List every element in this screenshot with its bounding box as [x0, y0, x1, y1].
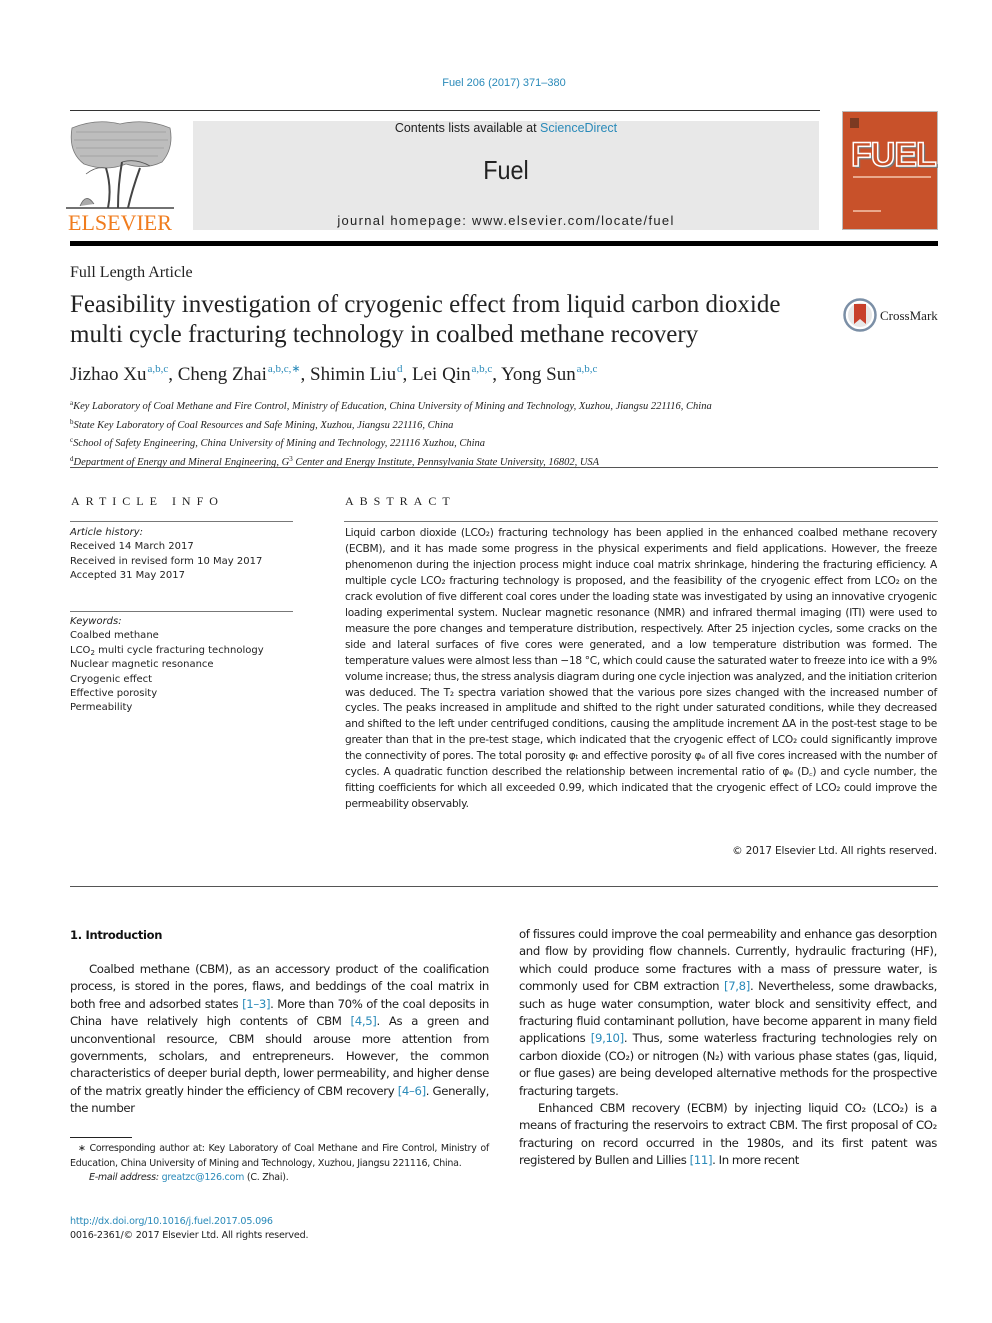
author-name[interactable]: Jizhao Xu [70, 364, 147, 385]
article-history: Article history: Received 14 March 2017 … [70, 526, 262, 584]
author-list: Jizhao Xu a,b,c, Cheng Zhai a,b,c,∗, Shi… [70, 363, 598, 385]
article-title: Feasibility investigation of cryogenic e… [70, 290, 830, 350]
email-link[interactable]: greatzc@126.com [162, 1172, 245, 1183]
sciencedirect-link[interactable]: ScienceDirect [540, 121, 617, 135]
keyword-item: Permeability [70, 702, 133, 714]
affiliation-item: cSchool of Safety Engineering, China Uni… [70, 436, 486, 449]
journal-cover-thumbnail[interactable]: FUEL [842, 111, 938, 230]
author-name[interactable]: Cheng Zhai [178, 364, 267, 385]
keyword-item: Coalbed methane [70, 630, 159, 642]
author-affil-link[interactable]: a,b,c [472, 363, 493, 375]
author-affil-link[interactable]: d [397, 363, 403, 375]
keywords-label: Keywords: [70, 616, 122, 627]
citation-link[interactable]: [4–6] [398, 1084, 426, 1098]
crossmark-icon [843, 298, 877, 332]
citation-link[interactable]: [11] [690, 1153, 713, 1167]
affiliation-item: aKey Laboratory of Coal Methane and Fire… [70, 399, 712, 412]
author-name[interactable]: Shimin Liu [310, 364, 396, 385]
journal-name[interactable]: Fuel [224, 155, 787, 186]
corresponding-author-footnote: ∗ Corresponding author at: Key Laborator… [70, 1142, 489, 1186]
email-line: E-mail address: greatzc@126.com (C. Zhai… [70, 1171, 489, 1186]
keywords: Keywords: Coalbed methane LCO2 multi cyc… [70, 615, 264, 716]
email-suffix: (C. Zhai). [244, 1172, 289, 1183]
journal-citation-link[interactable]: Fuel 206 (2017) 371–380 [0, 77, 992, 89]
header-thick-divider [70, 241, 938, 246]
header-divider [70, 110, 820, 111]
elsevier-wordmark[interactable]: ELSEVIER [68, 210, 172, 236]
affiliations: aKey Laboratory of Coal Methane and Fire… [70, 396, 712, 470]
author-affil-link[interactable]: a,b,c [577, 363, 598, 375]
contents-prefix: Contents lists available at [394, 121, 541, 135]
corresponding-author-link[interactable]: ∗ [291, 363, 300, 375]
article-info-heading: ARTICLE INFO [71, 494, 224, 508]
history-item: Received 14 March 2017 [70, 541, 194, 553]
keyword-item: Nuclear magnetic resonance [70, 659, 214, 671]
issn-copyright: 0016-2361/© 2017 Elsevier Ltd. All right… [70, 1230, 309, 1241]
section-heading-introduction: 1. Introduction [70, 928, 163, 942]
keyword-item: Cryogenic effect [70, 673, 153, 685]
contents-available-line: Contents lists available at ScienceDirec… [193, 121, 819, 135]
citation-link[interactable]: [4,5] [351, 1014, 377, 1028]
homepage-prefix: journal homepage: [337, 213, 473, 228]
abstract-divider [344, 521, 938, 522]
article-info-divider [70, 521, 293, 522]
text-run: . In more recent [712, 1153, 800, 1168]
affiliation-item: bState Key Laboratory of Coal Resources … [70, 417, 454, 431]
corresponding-author-note: ∗ Corresponding author at: Key Laborator… [70, 1143, 489, 1169]
keyword-item: LCO2 multi cycle fracturing technology [70, 644, 264, 657]
history-item: Received in revised form 10 May 2017 [70, 555, 263, 567]
keywords-divider [70, 611, 293, 612]
crossmark-label: CrossMark [880, 308, 938, 323]
citation-link[interactable]: [1–3] [242, 997, 270, 1011]
body-paragraph: Coalbed methane (CBM), as an accessory p… [70, 961, 489, 1118]
keyword-item: Effective porosity [70, 688, 158, 700]
author-affil-link[interactable]: a,b,c, [268, 363, 292, 375]
crossmark-button[interactable]: CrossMark [843, 298, 941, 334]
email-label: E-mail address: [89, 1172, 162, 1183]
doi-link[interactable]: http://dx.doi.org/10.1016/j.fuel.2017.05… [70, 1216, 273, 1227]
author-name[interactable]: Lei Qin [412, 364, 471, 385]
author-affil-link[interactable]: a,b,c [147, 363, 168, 375]
cover-publisher-mark [850, 118, 859, 128]
body-column-left: Coalbed methane (CBM), as an accessory p… [70, 961, 489, 1118]
footnote-divider [70, 1137, 132, 1138]
body-column-right: of fissures could improve the coal perme… [519, 926, 937, 1170]
section-divider [70, 467, 938, 468]
homepage-url-link[interactable]: www.elsevier.com/locate/fuel [472, 213, 675, 228]
citation-link[interactable]: [9,10] [591, 1031, 624, 1045]
body-paragraph: Enhanced CBM recovery (ECBM) by injectin… [519, 1100, 937, 1170]
abstract-text: Liquid carbon dioxide (LCO₂) fracturing … [345, 527, 937, 811]
body-paragraph: of fissures could improve the coal perme… [519, 926, 937, 1100]
article-type: Full Length Article [70, 264, 193, 281]
abstract-copyright: © 2017 Elsevier Ltd. All rights reserved… [732, 845, 937, 857]
title-line-2: multi cycle fracturing technology in coa… [70, 321, 699, 348]
abstract-heading: ABSTRACT [345, 494, 456, 508]
title-line-1: Feasibility investigation of cryogenic e… [70, 291, 781, 318]
cover-title: FUEL [850, 135, 937, 175]
journal-banner: Contents lists available at ScienceDirec… [193, 121, 819, 230]
section-divider [70, 886, 938, 887]
journal-homepage-line: journal homepage: www.elsevier.com/locat… [193, 213, 819, 228]
history-item: Accepted 31 May 2017 [70, 570, 185, 582]
author-name[interactable]: Yong Sun [501, 364, 576, 385]
history-label: Article history: [70, 527, 144, 538]
cover-footer-line [853, 210, 881, 212]
cover-subtitle-line [853, 176, 931, 178]
citation-link[interactable]: [7,8] [724, 979, 750, 993]
